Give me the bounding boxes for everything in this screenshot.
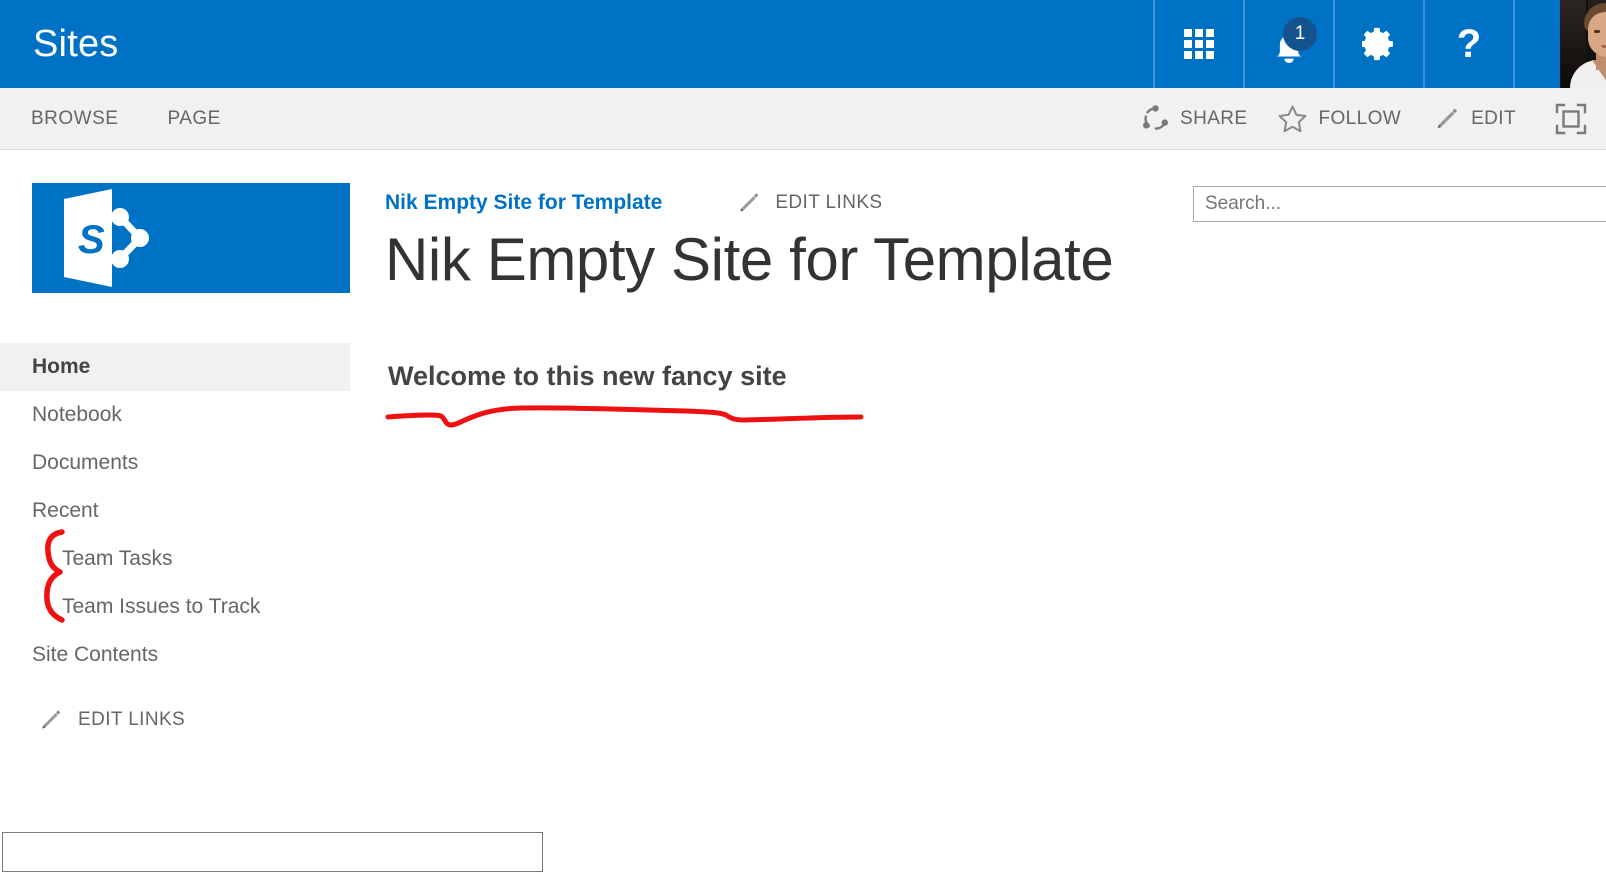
sidebar-item-label: Team Tasks — [62, 547, 173, 570]
left-navigation: Home Notebook Documents Recent Team Task… — [0, 343, 350, 734]
help-button[interactable]: ? — [1423, 0, 1513, 88]
suite-brand-label: Sites — [33, 23, 119, 65]
tab-page[interactable]: PAGE — [167, 108, 220, 130]
welcome-heading: Welcome to this new fancy site — [388, 361, 787, 391]
sidebar-item-label: Home — [32, 355, 91, 378]
waffle-grid-icon — [1184, 29, 1214, 59]
suite-actions: 1 ? — [1153, 0, 1606, 88]
follow-label: FOLLOW — [1318, 107, 1402, 129]
search-input[interactable] — [1194, 187, 1567, 221]
tab-browse[interactable]: BROWSE — [31, 108, 118, 130]
breadcrumb: Nik Empty Site for Template EDIT LINKS — [385, 186, 1175, 220]
pencil-icon — [740, 193, 759, 212]
sidebar-item-documents[interactable]: Documents — [0, 439, 350, 487]
gear-icon — [1362, 27, 1393, 61]
sidebar-item-team-issues-to-track[interactable]: Team Issues to Track — [0, 583, 350, 631]
question-mark-icon: ? — [1456, 22, 1482, 66]
edit-page-button[interactable]: EDIT — [1431, 104, 1516, 134]
bell-icon: 1 — [1266, 17, 1317, 67]
user-avatar-button[interactable] — [1513, 0, 1606, 88]
search-box[interactable] — [1193, 186, 1606, 222]
sidebar-edit-links-label: EDIT LINKS — [78, 709, 186, 730]
page-title: Nik Empty Site for Template — [385, 226, 1114, 293]
user-avatar-photo — [1560, 0, 1606, 88]
site-logo[interactable]: S — [32, 183, 350, 293]
sidebar-item-notebook[interactable]: Notebook — [0, 391, 350, 439]
star-outline-icon — [1279, 105, 1307, 132]
suite-bar: Sites 1 ? — [0, 0, 1606, 88]
suite-brand[interactable]: Sites — [0, 0, 1153, 88]
search-area — [1193, 186, 1606, 222]
sidebar-edit-links-button[interactable]: EDIT LINKS — [0, 706, 350, 734]
ribbon-bar: BROWSE PAGE SHARE FOLLOW EDIT — [0, 88, 1606, 150]
sidebar-item-label: Recent — [32, 499, 99, 522]
notifications-button[interactable]: 1 — [1243, 0, 1333, 88]
focus-on-content-icon — [1555, 103, 1587, 134]
breadcrumb-site-link[interactable]: Nik Empty Site for Template — [385, 191, 662, 215]
edit-label: EDIT — [1471, 107, 1516, 129]
sidebar-item-label: Team Issues to Track — [62, 595, 261, 618]
bottom-webpart-box — [2, 832, 543, 872]
svg-text:S: S — [78, 218, 105, 262]
sidebar-item-team-tasks[interactable]: Team Tasks — [0, 535, 350, 583]
ribbon-actions: SHARE FOLLOW EDIT — [1111, 102, 1606, 136]
app-launcher-button[interactable] — [1153, 0, 1243, 88]
notification-badge: 1 — [1283, 17, 1317, 51]
focus-on-content-button[interactable] — [1554, 102, 1588, 136]
main-content: Nik Empty Site for Template EDIT LINKS N… — [385, 150, 1175, 392]
sidebar-item-label: Documents — [32, 451, 139, 474]
sidebar-item-label: Site Contents — [32, 643, 159, 666]
share-label: SHARE — [1180, 107, 1248, 129]
sharepoint-logo-icon: S — [64, 189, 149, 287]
pencil-icon — [42, 710, 61, 729]
pencil-icon — [1437, 108, 1458, 128]
share-icon — [1143, 105, 1168, 130]
sidebar-item-label: Notebook — [32, 403, 122, 426]
sidebar-item-site-contents[interactable]: Site Contents — [0, 631, 350, 679]
share-button[interactable]: SHARE — [1141, 104, 1247, 133]
sidebar-item-home[interactable]: Home — [0, 343, 350, 391]
page-body: S Home Notebook Documents Recent Team Ta… — [0, 150, 1606, 839]
settings-button[interactable] — [1333, 0, 1423, 88]
ribbon-tabs: BROWSE PAGE — [0, 108, 270, 130]
top-edit-links-label: EDIT LINKS — [775, 192, 883, 213]
follow-button[interactable]: FOLLOW — [1277, 104, 1401, 134]
top-edit-links-button[interactable]: EDIT LINKS — [734, 189, 882, 217]
sidebar-item-recent[interactable]: Recent — [0, 487, 350, 535]
